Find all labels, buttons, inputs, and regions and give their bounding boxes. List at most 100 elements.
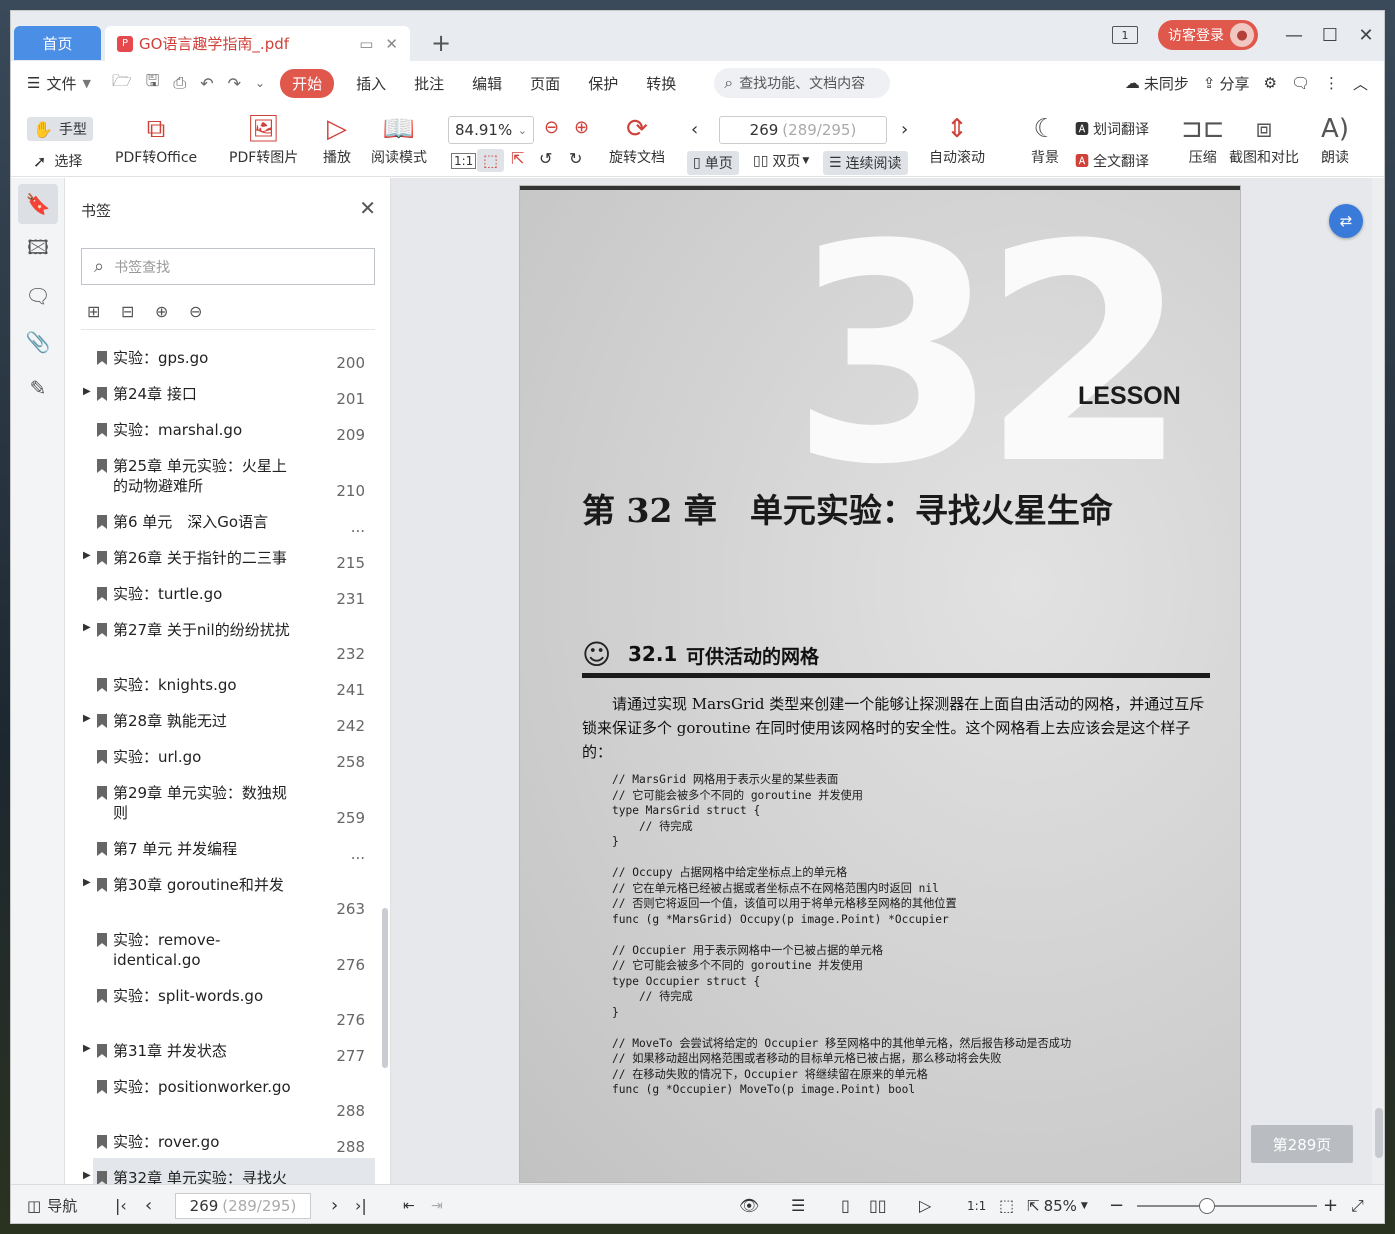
zoom-slider[interactable] <box>1137 1198 1317 1214</box>
forward-icon[interactable]: ⇥ <box>431 1185 443 1223</box>
collapse-all-icon[interactable]: ⊟ <box>121 302 155 321</box>
open-folder-icon[interactable]: 🗁 <box>112 70 132 97</box>
function-search-input[interactable]: ⌕ 查找功能、文档内容 <box>714 68 891 98</box>
select-tool-button[interactable]: ➚ 选择 <box>33 151 82 171</box>
status-page-input[interactable]: 269 (289/295) <box>175 1193 311 1219</box>
panel-scrollbar[interactable] <box>382 328 388 1088</box>
navigation-toggle[interactable]: ◫ 导航 <box>27 1185 77 1223</box>
bookmark-item[interactable]: ▶ 第28章 孰能无过 242 <box>79 701 375 737</box>
convert-float-button[interactable]: ⇄ <box>1329 204 1363 238</box>
redo-icon[interactable]: ↷ <box>228 74 241 93</box>
expand-arrow-icon[interactable]: ▶ <box>83 386 91 397</box>
read-aloud-button[interactable]: A) 朗读 <box>1321 111 1349 167</box>
play-button[interactable]: ▷ 播放 <box>323 111 351 167</box>
share-icon[interactable]: ⇪ <box>1203 74 1216 92</box>
bookmark-search-input[interactable]: ⌕ 书签查找 <box>81 248 375 285</box>
bookmark-item[interactable]: 实验：url.go 258 <box>79 737 375 773</box>
signature-icon[interactable]: ✎ <box>18 368 58 408</box>
zoom-in-icon[interactable]: + <box>1323 1185 1338 1223</box>
more-down-icon[interactable]: ⌄ <box>255 76 265 90</box>
expand-arrow-icon[interactable]: ▶ <box>83 550 91 561</box>
add-bookmark-icon[interactable]: ⊕ <box>155 302 189 321</box>
pin-icon[interactable]: ▭ <box>359 35 373 53</box>
bookmark-icon[interactable]: 🔖 <box>18 184 58 224</box>
full-translate-button[interactable]: 🅰 全文翻译 <box>1075 151 1149 171</box>
bookmark-item[interactable]: 第29章 单元实验：数独规则 259 <box>79 773 375 829</box>
menu-edit[interactable]: 编辑 <box>472 73 502 94</box>
rotate-right-icon[interactable]: ↻ <box>569 149 582 168</box>
eye-care-icon[interactable]: 👁 <box>739 1185 759 1223</box>
bookmark-item[interactable]: 实验：remove-identical.go 276 <box>79 920 375 976</box>
menu-insert[interactable]: 插入 <box>356 73 386 94</box>
zoom-in-icon[interactable]: ⊕ <box>574 117 589 138</box>
auto-scroll-button[interactable]: ⇕ 自动滚动 <box>929 111 985 167</box>
pdf-to-office-button[interactable]: ⧉ PDF转Office <box>115 111 197 167</box>
tab-close-icon[interactable]: ✕ <box>385 35 398 53</box>
bookmark-item[interactable]: 实验：turtle.go 231 <box>79 574 375 610</box>
expand-arrow-icon[interactable]: ▶ <box>83 713 91 724</box>
attachment-icon[interactable]: 📎 <box>18 322 58 362</box>
rotate-document-button[interactable]: ⟳ 旋转文档 <box>609 111 665 167</box>
close-icon[interactable]: ✕ <box>359 196 376 220</box>
continuous-read-button[interactable]: ☰ 连续阅读 <box>823 151 908 175</box>
menu-annotate[interactable]: 批注 <box>414 73 444 94</box>
bookmark-item[interactable]: 第25章 单元实验：火星上的动物避难所 210 <box>79 446 375 502</box>
background-button[interactable]: ☾ 背景 <box>1031 111 1059 167</box>
fullscreen-icon[interactable]: ⤢ <box>1351 1185 1364 1223</box>
print-icon[interactable]: ⎙ <box>173 73 186 93</box>
previous-page-icon[interactable]: ‹ <box>691 119 698 140</box>
save-icon[interactable]: 🖫 <box>146 70 160 97</box>
compress-button[interactable]: ⊐⊏ 压缩 <box>1181 111 1225 167</box>
bookmark-item[interactable]: ▶ 第30章 goroutine和并发 263 <box>79 865 375 920</box>
guest-login-button[interactable]: 访客登录 ● <box>1158 20 1258 50</box>
bookmark-item[interactable]: 第6 单元 深入Go语言... <box>79 502 375 538</box>
double-page-button[interactable]: ▯▯ 双页 ▼ <box>753 151 809 171</box>
zoom-slider-knob[interactable] <box>1199 1198 1215 1214</box>
read-mode-button[interactable]: 📖 阅读模式 <box>371 111 427 167</box>
single-page-button[interactable]: ▯ 单页 <box>687 151 739 175</box>
next-page-icon[interactable]: › <box>331 1185 338 1223</box>
comment-icon[interactable]: 🗨 <box>1291 74 1310 92</box>
close-window-button[interactable]: ✕ <box>1348 25 1384 46</box>
play-icon[interactable]: ▷ <box>919 1185 931 1223</box>
pdf-to-image-button[interactable]: 🖼 PDF转图片 <box>229 111 298 167</box>
bookmark-item[interactable]: 实验：rover.go 288 <box>79 1122 375 1158</box>
bookmark-item[interactable]: ▶ 第27章 关于nil的纷纷扰扰 232 <box>79 610 375 665</box>
zoom-out-icon[interactable]: ⊖ <box>544 117 559 138</box>
word-translate-button[interactable]: 🅰 划词翻译 <box>1075 119 1149 139</box>
remove-bookmark-icon[interactable]: ⊖ <box>189 302 223 321</box>
continuous-view-icon[interactable]: ☰ <box>791 1185 805 1223</box>
expand-arrow-icon[interactable]: ▶ <box>83 1043 91 1054</box>
bookmark-item[interactable]: 实验：marshal.go 209 <box>79 410 375 446</box>
zoom-out-icon[interactable]: − <box>1109 1185 1124 1223</box>
page-number-input[interactable]: 269 (289/295) <box>719 116 887 144</box>
actual-size-icon[interactable]: 1:1 <box>451 153 477 169</box>
scroll-thumb[interactable] <box>382 908 388 1068</box>
annotation-icon[interactable]: 🗨 <box>18 276 58 316</box>
window-count-indicator[interactable]: 1 <box>1112 26 1138 44</box>
undo-icon[interactable]: ↶ <box>200 74 213 93</box>
more-vertical-icon[interactable]: ⋮ <box>1324 74 1339 92</box>
menu-protect[interactable]: 保护 <box>588 73 618 94</box>
bookmark-item[interactable]: 实验：gps.go 200 <box>79 338 375 374</box>
file-menu[interactable]: ☰ 文件 ▼ <box>27 73 91 94</box>
minimize-button[interactable]: — <box>1276 25 1312 46</box>
next-page-icon[interactable]: › <box>901 119 908 140</box>
cloud-sync-icon[interactable]: ☁ <box>1125 74 1140 92</box>
zoom-select[interactable]: 84.91% ⌄ <box>448 116 534 144</box>
sync-status[interactable]: 未同步 <box>1144 73 1189 94</box>
actual-size-icon[interactable]: 1:1 <box>967 1185 986 1223</box>
menu-start[interactable]: 开始 <box>280 68 335 98</box>
rotate-left-icon[interactable]: ↺ <box>539 149 552 168</box>
share-button[interactable]: 分享 <box>1219 73 1249 94</box>
tab-home[interactable]: 首页 <box>14 26 101 60</box>
bookmark-item[interactable]: 第7 单元 并发编程... <box>79 829 375 865</box>
previous-page-icon[interactable]: ‹ <box>145 1185 152 1223</box>
expand-arrow-icon[interactable]: ▶ <box>83 622 91 633</box>
last-page-icon[interactable]: ›| <box>355 1185 367 1223</box>
tab-document[interactable]: P GO语言趣学指南_.pdf ▭ ✕ <box>105 26 410 61</box>
bookmark-item[interactable]: ▶ 第26章 关于指针的二三事 215 <box>79 538 375 574</box>
maximize-button[interactable]: ☐ <box>1312 25 1348 46</box>
bookmark-item[interactable]: 实验：positionworker.go 288 <box>79 1067 375 1122</box>
single-view-icon[interactable]: ▯ <box>841 1185 850 1223</box>
